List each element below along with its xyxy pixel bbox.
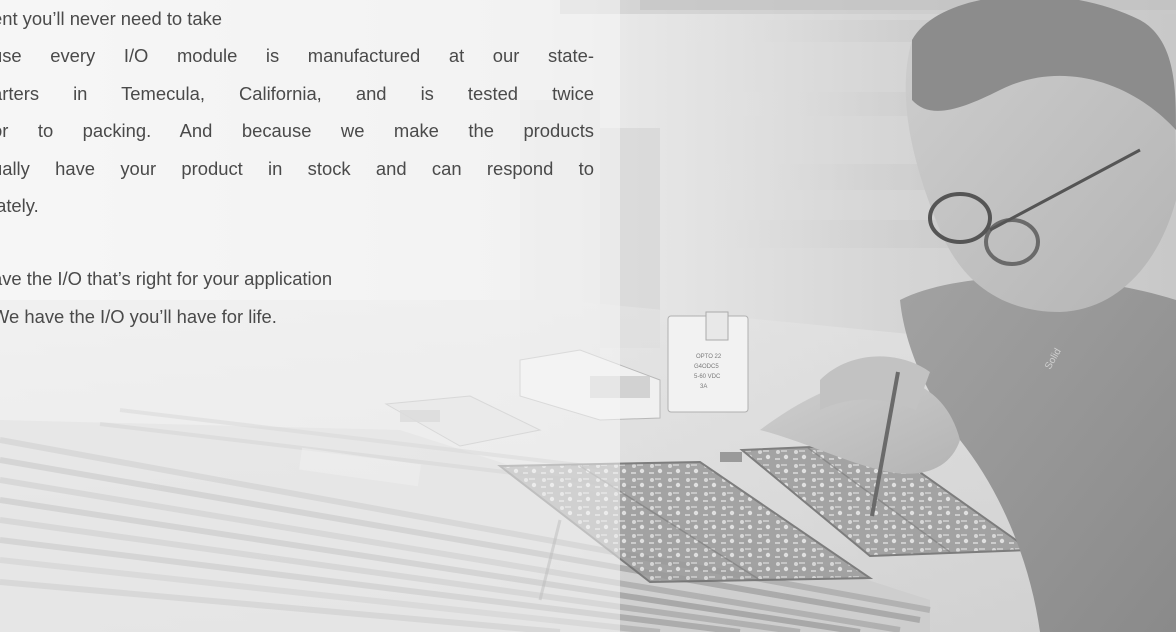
svg-text:5-60 VDC: 5-60 VDC (694, 374, 721, 380)
body-copy: ent you’ll never need to take use every … (0, 0, 602, 335)
text-line: or to packing. And because we make the p… (0, 120, 594, 142)
text-line: iately. (0, 195, 39, 217)
text-line: ually have your product in stock and can… (0, 157, 594, 179)
svg-text:3A: 3A (700, 384, 707, 390)
svg-text:G4ODC5: G4ODC5 (694, 364, 719, 370)
text-line: use every I/O module is manufactured at … (0, 45, 594, 67)
paragraph-reliability: ent you’ll never need to take use every … (0, 0, 602, 224)
text-line: ave the I/O that’s right for your applic… (0, 268, 333, 290)
text-line: We have the I/O you’ll have for life. (0, 305, 277, 327)
text-line: arters in Temecula, California, and is t… (0, 82, 594, 104)
text-line: ent you’ll never need to take (0, 8, 223, 29)
paragraph-closing: ave the I/O that’s right for your applic… (0, 260, 602, 335)
svg-text:OPTO 22: OPTO 22 (696, 354, 722, 360)
